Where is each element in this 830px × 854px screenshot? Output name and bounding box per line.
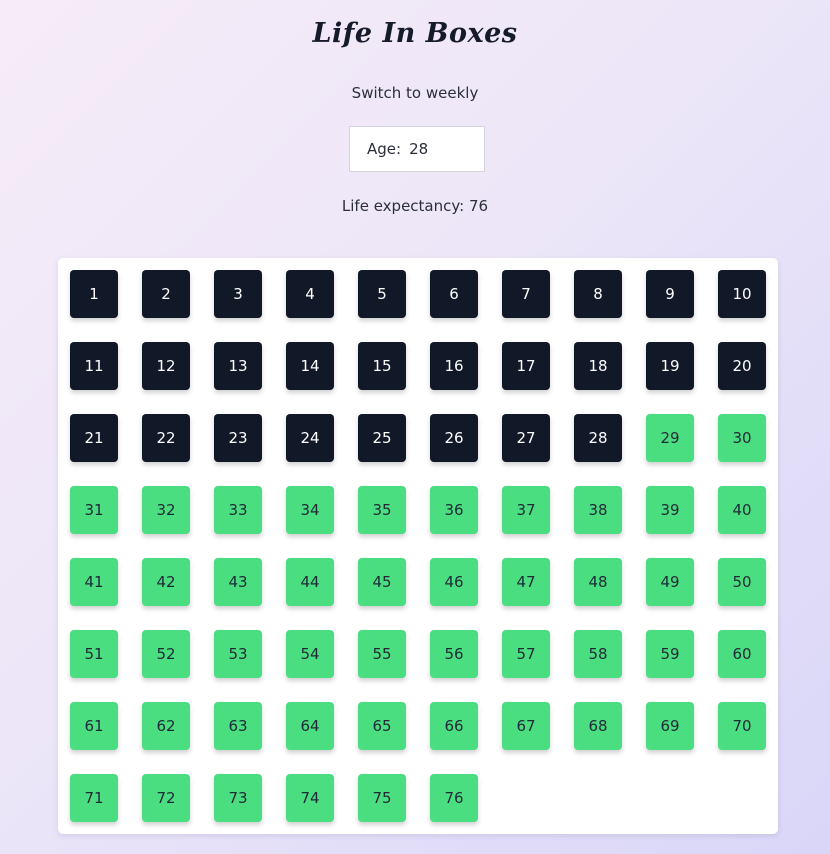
year-box-remaining[interactable]: 66: [430, 702, 478, 750]
year-box-remaining[interactable]: 70: [718, 702, 766, 750]
year-box-lived[interactable]: 27: [502, 414, 550, 462]
year-box-remaining[interactable]: 65: [358, 702, 406, 750]
year-box-lived[interactable]: 24: [286, 414, 334, 462]
year-box-remaining[interactable]: 76: [430, 774, 478, 822]
year-box-lived[interactable]: 20: [718, 342, 766, 390]
year-box-lived[interactable]: 10: [718, 270, 766, 318]
year-box-remaining[interactable]: 64: [286, 702, 334, 750]
page-title: Life In Boxes: [312, 18, 518, 49]
year-box-remaining[interactable]: 75: [358, 774, 406, 822]
year-box-lived[interactable]: 25: [358, 414, 406, 462]
year-box-remaining[interactable]: 63: [214, 702, 262, 750]
year-box-remaining[interactable]: 46: [430, 558, 478, 606]
year-box-remaining[interactable]: 43: [214, 558, 262, 606]
year-box-remaining[interactable]: 41: [70, 558, 118, 606]
year-box-remaining[interactable]: 36: [430, 486, 478, 534]
switch-to-weekly-link[interactable]: Switch to weekly: [0, 84, 830, 102]
year-box-remaining[interactable]: 51: [70, 630, 118, 678]
year-box-lived[interactable]: 14: [286, 342, 334, 390]
year-box-remaining[interactable]: 39: [646, 486, 694, 534]
year-box-remaining[interactable]: 30: [718, 414, 766, 462]
year-box-remaining[interactable]: 58: [574, 630, 622, 678]
year-box-remaining[interactable]: 37: [502, 486, 550, 534]
year-box-lived[interactable]: 23: [214, 414, 262, 462]
life-expectancy-text: Life expectancy: 76: [341, 197, 489, 215]
year-box-lived[interactable]: 21: [70, 414, 118, 462]
year-box-remaining[interactable]: 59: [646, 630, 694, 678]
year-box-lived[interactable]: 3: [214, 270, 262, 318]
year-box-remaining[interactable]: 47: [502, 558, 550, 606]
year-box-remaining[interactable]: 61: [70, 702, 118, 750]
year-box-lived[interactable]: 13: [214, 342, 262, 390]
year-box-remaining[interactable]: 49: [646, 558, 694, 606]
year-box-remaining[interactable]: 74: [286, 774, 334, 822]
year-box-lived[interactable]: 2: [142, 270, 190, 318]
year-box-remaining[interactable]: 62: [142, 702, 190, 750]
year-box-remaining[interactable]: 31: [70, 486, 118, 534]
year-box-lived[interactable]: 4: [286, 270, 334, 318]
year-box-remaining[interactable]: 45: [358, 558, 406, 606]
year-box-remaining[interactable]: 71: [70, 774, 118, 822]
year-box-lived[interactable]: 9: [646, 270, 694, 318]
year-box-lived[interactable]: 26: [430, 414, 478, 462]
life-grid: 1 2 3 4 5 6 7 8 9 10 11 12 13 14 15 16 17 18 19 20 21 22 23 24 2…: [58, 258, 778, 834]
year-box-remaining[interactable]: 55: [358, 630, 406, 678]
year-box-lived[interactable]: 7: [502, 270, 550, 318]
year-box-lived[interactable]: 8: [574, 270, 622, 318]
year-box-remaining[interactable]: 48: [574, 558, 622, 606]
year-box-remaining[interactable]: 40: [718, 486, 766, 534]
year-box-remaining[interactable]: 34: [286, 486, 334, 534]
year-box-remaining[interactable]: 44: [286, 558, 334, 606]
age-label: Age:: [367, 140, 402, 158]
age-field[interactable]: Age:: [349, 126, 485, 172]
year-box-remaining[interactable]: 29: [646, 414, 694, 462]
year-box-remaining[interactable]: 73: [214, 774, 262, 822]
year-box-remaining[interactable]: 69: [646, 702, 694, 750]
year-box-remaining[interactable]: 54: [286, 630, 334, 678]
year-box-lived[interactable]: 12: [142, 342, 190, 390]
year-box-lived[interactable]: 22: [142, 414, 190, 462]
year-box-remaining[interactable]: 56: [430, 630, 478, 678]
year-box-lived[interactable]: 19: [646, 342, 694, 390]
year-box-lived[interactable]: 15: [358, 342, 406, 390]
year-box-lived[interactable]: 5: [358, 270, 406, 318]
year-box-remaining[interactable]: 38: [574, 486, 622, 534]
year-box-lived[interactable]: 17: [502, 342, 550, 390]
year-box-remaining[interactable]: 50: [718, 558, 766, 606]
year-box-lived[interactable]: 11: [70, 342, 118, 390]
year-box-remaining[interactable]: 72: [142, 774, 190, 822]
year-box-remaining[interactable]: 33: [214, 486, 262, 534]
year-box-lived[interactable]: 1: [70, 270, 118, 318]
year-box-lived[interactable]: 16: [430, 342, 478, 390]
year-box-remaining[interactable]: 35: [358, 486, 406, 534]
year-box-lived[interactable]: 6: [430, 270, 478, 318]
year-box-remaining[interactable]: 42: [142, 558, 190, 606]
year-box-remaining[interactable]: 57: [502, 630, 550, 678]
year-box-remaining[interactable]: 52: [142, 630, 190, 678]
year-box-remaining[interactable]: 53: [214, 630, 262, 678]
age-input[interactable]: [409, 140, 470, 158]
year-box-remaining[interactable]: 60: [718, 630, 766, 678]
year-box-lived[interactable]: 18: [574, 342, 622, 390]
year-box-remaining[interactable]: 67: [502, 702, 550, 750]
year-box-lived[interactable]: 28: [574, 414, 622, 462]
year-box-remaining[interactable]: 32: [142, 486, 190, 534]
year-box-remaining[interactable]: 68: [574, 702, 622, 750]
